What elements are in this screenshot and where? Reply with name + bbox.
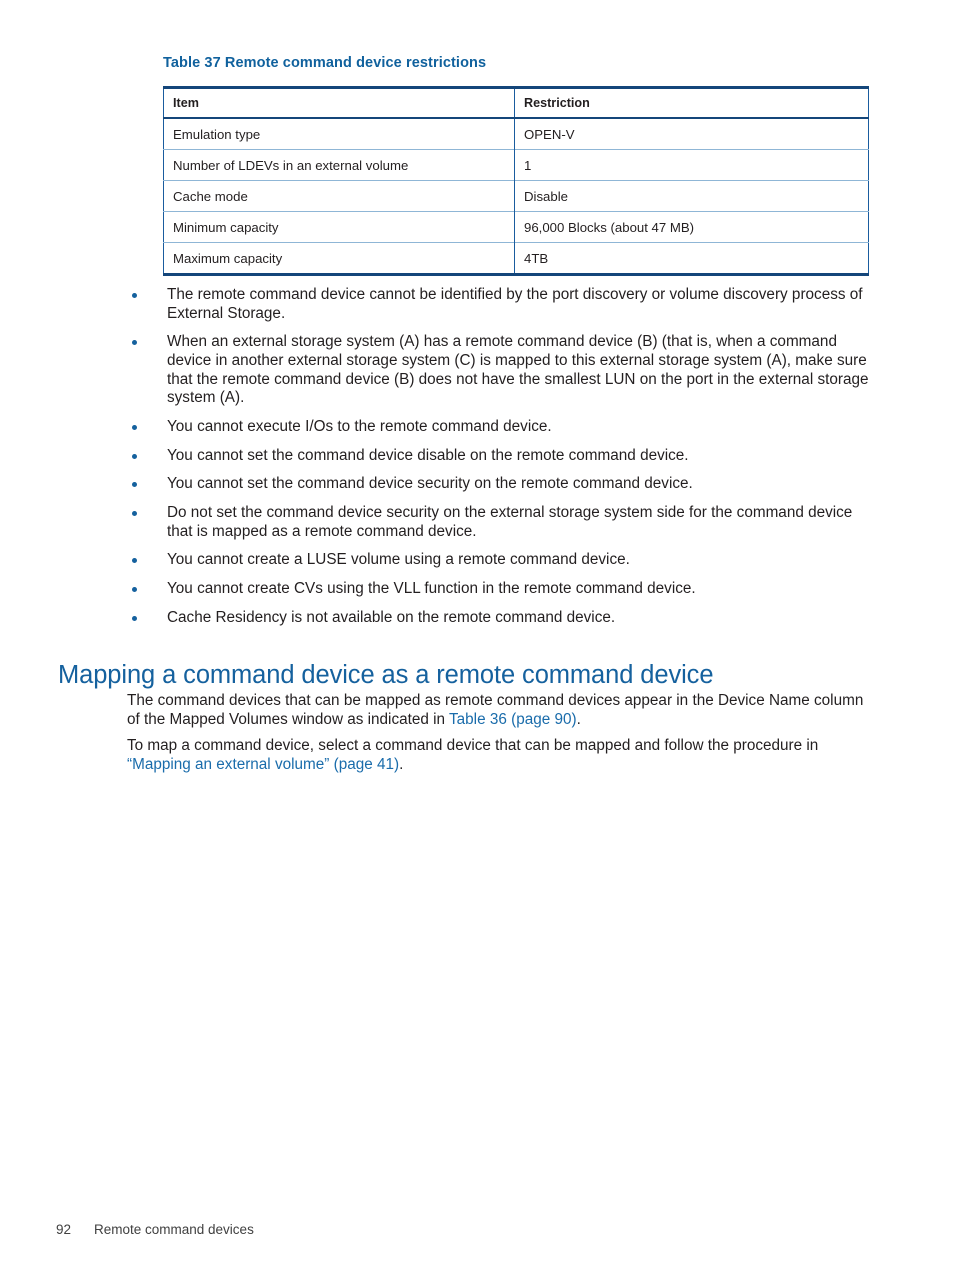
- paragraph-text-tail: .: [576, 710, 581, 728]
- section-heading: Mapping a command device as a remote com…: [58, 661, 714, 690]
- section-paragraph-2: To map a command device, select a comman…: [127, 737, 872, 774]
- cell-item: Cache mode: [163, 180, 515, 212]
- list-item: Cache Residency is not available on the …: [127, 609, 872, 628]
- cell-restriction: OPEN-V: [524, 126, 575, 142]
- section-paragraph-1: The command devices that can be mapped a…: [127, 692, 872, 729]
- table-header-row: Item Restriction: [163, 87, 869, 119]
- list-item: You cannot set the command device securi…: [127, 475, 872, 494]
- cell-item: Emulation type: [163, 118, 515, 150]
- cell-restriction: Disable: [514, 180, 869, 212]
- paragraph-text: To map a command device, select a comman…: [127, 737, 819, 755]
- table-row: Cache mode Disable: [163, 180, 869, 212]
- list-item: You cannot create CVs using the VLL func…: [127, 580, 872, 599]
- list-item: You cannot execute I/Os to the remote co…: [127, 418, 872, 437]
- cell-restriction: 4TB: [514, 242, 869, 275]
- cell-restriction: 1: [514, 149, 869, 181]
- table-36-cross-reference-link[interactable]: Table 36 (page 90): [449, 711, 577, 728]
- cell-item: Number of LDEVs in an external volume: [163, 149, 515, 181]
- footer-page-number: 92: [56, 1222, 72, 1237]
- list-item: When an external storage system (A) has …: [127, 333, 872, 408]
- table-row: Number of LDEVs in an external volume 1: [163, 149, 869, 181]
- table-row: Maximum capacity 4TB: [163, 242, 869, 275]
- restrictions-table: Item Restriction Emulation type OPEN-V N…: [163, 86, 869, 276]
- table-caption: Table 37 Remote command device restricti…: [163, 55, 487, 71]
- column-header-restriction: Restriction: [514, 87, 869, 119]
- list-item: Do not set the command device security o…: [127, 504, 872, 541]
- column-header-item: Item: [163, 87, 515, 119]
- footer-chapter-title: Remote command devices: [94, 1222, 254, 1237]
- document-page: Table 37 Remote command device restricti…: [0, 0, 954, 1271]
- cell-item: Minimum capacity: [163, 211, 515, 243]
- table-row: Minimum capacity 96,000 Blocks (about 47…: [163, 211, 869, 243]
- restrictions-bullet-list: The remote command device cannot be iden…: [127, 286, 872, 637]
- page-footer: 92 Remote command devices: [56, 1222, 254, 1237]
- paragraph-text-tail: .: [399, 755, 404, 773]
- cell-restriction: 96,000 Blocks (about 47 MB): [514, 211, 869, 243]
- list-item: You cannot set the command device disabl…: [127, 447, 872, 466]
- table-row: Emulation type OPEN-V: [163, 118, 869, 150]
- mapping-external-volume-cross-reference-link[interactable]: “Mapping an external volume” (page 41): [127, 756, 399, 773]
- cell-item: Maximum capacity: [163, 242, 515, 275]
- list-item: You cannot create a LUSE volume using a …: [127, 551, 872, 570]
- list-item: The remote command device cannot be iden…: [127, 286, 872, 323]
